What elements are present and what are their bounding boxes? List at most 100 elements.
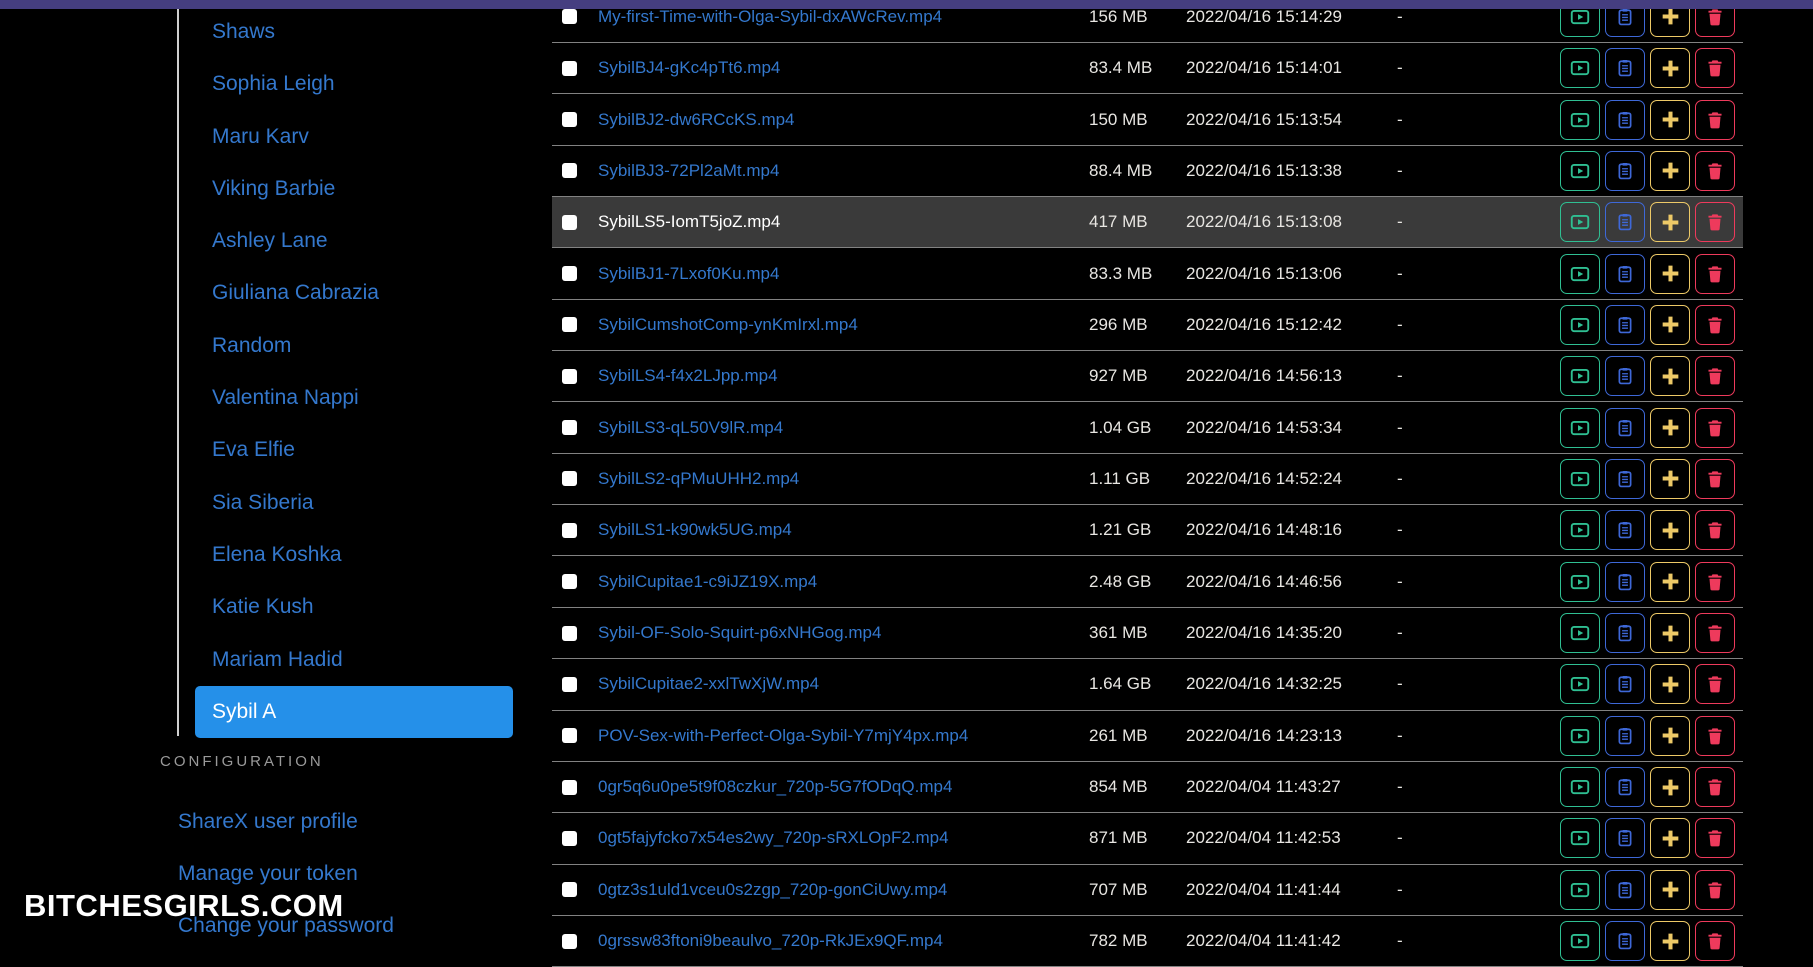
copy-button[interactable] — [1605, 100, 1645, 140]
copy-button[interactable] — [1605, 870, 1645, 910]
file-link[interactable]: SybilCumshotComp-ynKmIrxl.mp4 — [598, 315, 858, 335]
row-checkbox[interactable] — [562, 831, 577, 846]
file-link[interactable]: SybilBJ4-gKc4pTt6.mp4 — [598, 58, 780, 78]
preview-button[interactable] — [1560, 664, 1600, 704]
row-checkbox[interactable] — [562, 9, 577, 24]
add-button[interactable] — [1650, 664, 1690, 704]
row-checkbox[interactable] — [562, 471, 577, 486]
copy-button[interactable] — [1605, 202, 1645, 242]
add-button[interactable] — [1650, 767, 1690, 807]
file-link[interactable]: 0gr5q6u0pe5t9f08czkur_720p-5G7fODqQ.mp4 — [598, 777, 952, 797]
copy-button[interactable] — [1605, 151, 1645, 191]
copy-button[interactable] — [1605, 613, 1645, 653]
preview-button[interactable] — [1560, 305, 1600, 345]
preview-button[interactable] — [1560, 921, 1600, 961]
sidebar-item-katie-kush[interactable]: Katie Kush — [177, 581, 513, 633]
copy-button[interactable] — [1605, 767, 1645, 807]
file-link[interactable]: 0gt5fajyfcko7x54es2wy_720p-sRXLOpF2.mp4 — [598, 828, 949, 848]
copy-button[interactable] — [1605, 921, 1645, 961]
file-link[interactable]: SybilLS4-f4x2LJpp.mp4 — [598, 366, 778, 386]
add-button[interactable] — [1650, 921, 1690, 961]
row-checkbox[interactable] — [562, 626, 577, 641]
preview-button[interactable] — [1560, 254, 1600, 294]
sidebar-item-eva-elfie[interactable]: Eva Elfie — [177, 424, 513, 476]
copy-button[interactable] — [1605, 356, 1645, 396]
delete-button[interactable] — [1695, 202, 1735, 242]
row-checkbox[interactable] — [562, 934, 577, 949]
row-checkbox[interactable] — [562, 317, 577, 332]
config-link-sharex-user-profile[interactable]: ShareX user profile — [178, 796, 394, 848]
file-link[interactable]: SybilLS3-qL50V9lR.mp4 — [598, 418, 783, 438]
row-checkbox[interactable] — [562, 523, 577, 538]
add-button[interactable] — [1650, 254, 1690, 294]
sidebar-item-viking-barbie[interactable]: Viking Barbie — [177, 163, 513, 215]
sidebar-item-maru-karv[interactable]: Maru Karv — [177, 111, 513, 163]
sidebar-item-random[interactable]: Random — [177, 320, 513, 372]
add-button[interactable] — [1650, 48, 1690, 88]
preview-button[interactable] — [1560, 562, 1600, 602]
add-button[interactable] — [1650, 305, 1690, 345]
add-button[interactable] — [1650, 562, 1690, 602]
file-link[interactable]: Sybil-OF-Solo-Squirt-p6xNHGog.mp4 — [598, 623, 881, 643]
add-button[interactable] — [1650, 613, 1690, 653]
preview-button[interactable] — [1560, 202, 1600, 242]
sidebar-item-sybil-a[interactable]: Sybil A — [177, 686, 513, 738]
row-checkbox[interactable] — [562, 61, 577, 76]
row-checkbox[interactable] — [562, 163, 577, 178]
delete-button[interactable] — [1695, 613, 1735, 653]
copy-button[interactable] — [1605, 48, 1645, 88]
delete-button[interactable] — [1695, 767, 1735, 807]
add-button[interactable] — [1650, 151, 1690, 191]
row-checkbox[interactable] — [562, 677, 577, 692]
copy-button[interactable] — [1605, 562, 1645, 602]
sidebar-item-valentina-nappi[interactable]: Valentina Nappi — [177, 372, 513, 424]
row-checkbox[interactable] — [562, 215, 577, 230]
delete-button[interactable] — [1695, 305, 1735, 345]
delete-button[interactable] — [1695, 716, 1735, 756]
preview-button[interactable] — [1560, 100, 1600, 140]
copy-button[interactable] — [1605, 408, 1645, 448]
preview-button[interactable] — [1560, 716, 1600, 756]
file-link[interactable]: SybilBJ2-dw6RCcKS.mp4 — [598, 110, 795, 130]
preview-button[interactable] — [1560, 510, 1600, 550]
preview-button[interactable] — [1560, 151, 1600, 191]
sidebar-item-elena-koshka[interactable]: Elena Koshka — [177, 529, 513, 581]
delete-button[interactable] — [1695, 151, 1735, 191]
copy-button[interactable] — [1605, 510, 1645, 550]
preview-button[interactable] — [1560, 459, 1600, 499]
preview-button[interactable] — [1560, 48, 1600, 88]
delete-button[interactable] — [1695, 510, 1735, 550]
row-checkbox[interactable] — [562, 112, 577, 127]
add-button[interactable] — [1650, 408, 1690, 448]
delete-button[interactable] — [1695, 459, 1735, 499]
row-checkbox[interactable] — [562, 369, 577, 384]
preview-button[interactable] — [1560, 408, 1600, 448]
preview-button[interactable] — [1560, 356, 1600, 396]
row-checkbox[interactable] — [562, 728, 577, 743]
delete-button[interactable] — [1695, 356, 1735, 396]
file-link[interactable]: SybilCupitae2-xxlTwXjW.mp4 — [598, 674, 819, 694]
add-button[interactable] — [1650, 459, 1690, 499]
sidebar-item-sophia-leigh[interactable]: Sophia Leigh — [177, 58, 513, 110]
delete-button[interactable] — [1695, 100, 1735, 140]
file-link[interactable]: SybilLS5-IomT5joZ.mp4 — [598, 212, 780, 232]
preview-button[interactable] — [1560, 870, 1600, 910]
file-link[interactable]: SybilBJ3-72Pl2aMt.mp4 — [598, 161, 779, 181]
add-button[interactable] — [1650, 870, 1690, 910]
add-button[interactable] — [1650, 356, 1690, 396]
delete-button[interactable] — [1695, 254, 1735, 294]
row-checkbox[interactable] — [562, 420, 577, 435]
file-link[interactable]: SybilLS1-k90wk5UG.mp4 — [598, 520, 792, 540]
row-checkbox[interactable] — [562, 780, 577, 795]
delete-button[interactable] — [1695, 870, 1735, 910]
sidebar-item-sia-siberia[interactable]: Sia Siberia — [177, 477, 513, 529]
row-checkbox[interactable] — [562, 882, 577, 897]
file-link[interactable]: SybilBJ1-7Lxof0Ku.mp4 — [598, 264, 779, 284]
sidebar-item-giuliana-cabrazia[interactable]: Giuliana Cabrazia — [177, 267, 513, 319]
copy-button[interactable] — [1605, 664, 1645, 704]
row-checkbox[interactable] — [562, 266, 577, 281]
delete-button[interactable] — [1695, 921, 1735, 961]
row-checkbox[interactable] — [562, 574, 577, 589]
preview-button[interactable] — [1560, 818, 1600, 858]
delete-button[interactable] — [1695, 818, 1735, 858]
